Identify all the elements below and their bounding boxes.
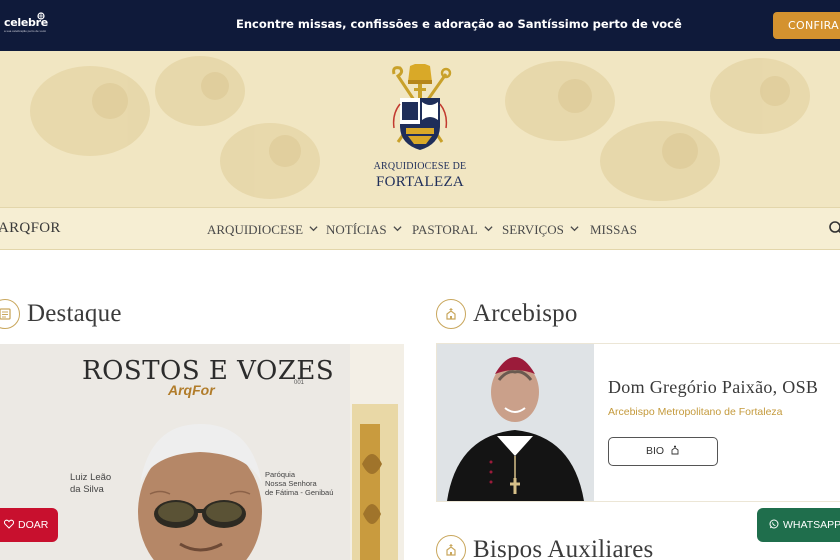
org-name-line1: ARQUIDIOCESE DE <box>373 161 467 172</box>
chevron-down-icon <box>393 226 402 232</box>
nav-item-arquidiocese[interactable]: ARQUIDIOCESE <box>207 222 318 238</box>
newspaper-icon <box>0 299 20 329</box>
hero-banner: ARQUIDIOCESE DE FORTALEZA <box>0 51 840 207</box>
auxiliary-bishops-title: Bispos Auxiliares <box>473 536 654 560</box>
parish-line2: Nossa Senhora <box>265 479 317 488</box>
whatsapp-button[interactable]: WHATSAPP <box>757 508 840 542</box>
nav-item-noticias[interactable]: NOTÍCIAS <box>326 222 402 238</box>
featured-card[interactable]: ROSTOS E VOZES ArqFor 001 Luiz Leão da S… <box>0 344 404 560</box>
celebre-logo[interactable]: celebre a sua celebração perto de você <box>4 12 48 34</box>
featured-section-heading: Destaque <box>0 299 122 329</box>
church-icon <box>671 445 679 455</box>
donate-button[interactable]: DOAR <box>0 508 58 542</box>
donate-label: DOAR <box>18 519 49 531</box>
nav-item-label: ARQUIDIOCESE <box>207 222 304 237</box>
auxiliary-bishops-heading: Bispos Auxiliares <box>436 535 654 560</box>
parish-line3: de Fátima - Genibaú <box>265 488 334 497</box>
chevron-down-icon <box>309 226 318 232</box>
person-name-line1: Luiz Leão <box>70 472 112 483</box>
search-icon[interactable] <box>828 220 840 236</box>
nav-item-servicos[interactable]: SERVIÇOS <box>502 222 579 238</box>
main-nav: ARQFOR ARQUIDIOCESE NOTÍCIAS PASTORAL SE… <box>0 207 840 250</box>
featured-parish: Paróquia Nossa Senhora de Fátima - Genib… <box>265 470 333 497</box>
archbishop-card: Dom Gregório Paixão, OSB Arcebispo Metro… <box>436 343 840 502</box>
nav-item-label: PASTORAL <box>412 222 478 237</box>
church-icon <box>436 535 466 560</box>
archdiocese-crest-icon <box>392 64 452 150</box>
featured-section-title: Destaque <box>27 300 122 327</box>
archbishop-role: Arcebispo Metropolitano de Fortaleza <box>608 406 783 418</box>
bio-button-label: BIO <box>645 445 665 457</box>
chevron-down-icon <box>570 226 579 232</box>
person-name-line2: da Silva <box>70 484 104 495</box>
archbishop-name: Dom Gregório Paixão, OSB <box>608 377 819 397</box>
nav-item-missas[interactable]: MISSAS <box>590 222 637 238</box>
parish-line1: Paróquia <box>265 470 296 479</box>
celebre-logo-tagline: a sua celebração perto de você <box>4 29 46 33</box>
featured-issue-number: 001 <box>294 380 305 386</box>
nav-item-label: NOTÍCIAS <box>326 222 387 237</box>
top-promo-bar: celebre a sua celebração perto de você E… <box>0 0 840 51</box>
archbishop-section-heading: Arcebispo <box>436 299 578 329</box>
church-icon <box>436 299 466 329</box>
bio-button[interactable]: BIO <box>608 437 718 466</box>
heart-icon <box>3 519 15 529</box>
promo-text: Encontre missas, confissões e adoração a… <box>236 17 682 31</box>
spark-icon <box>37 12 45 20</box>
archbishop-section-title: Arcebispo <box>473 300 578 327</box>
archbishop-photo <box>437 344 594 501</box>
nav-item-pastoral[interactable]: PASTORAL <box>412 222 493 238</box>
nav-brand[interactable]: ARQFOR <box>0 220 61 237</box>
whatsapp-icon <box>769 519 779 529</box>
featured-subtitle: ArqFor <box>168 382 215 398</box>
nav-item-label: SERVIÇOS <box>502 222 564 237</box>
featured-person-name: Luiz Leão da Silva <box>70 472 111 496</box>
confira-button[interactable]: CONFIRA <box>773 12 840 39</box>
chevron-down-icon <box>484 226 493 232</box>
whatsapp-label: WHATSAPP <box>783 519 840 531</box>
nav-item-label: MISSAS <box>590 222 637 237</box>
org-name-line2: FORTALEZA <box>375 174 465 190</box>
